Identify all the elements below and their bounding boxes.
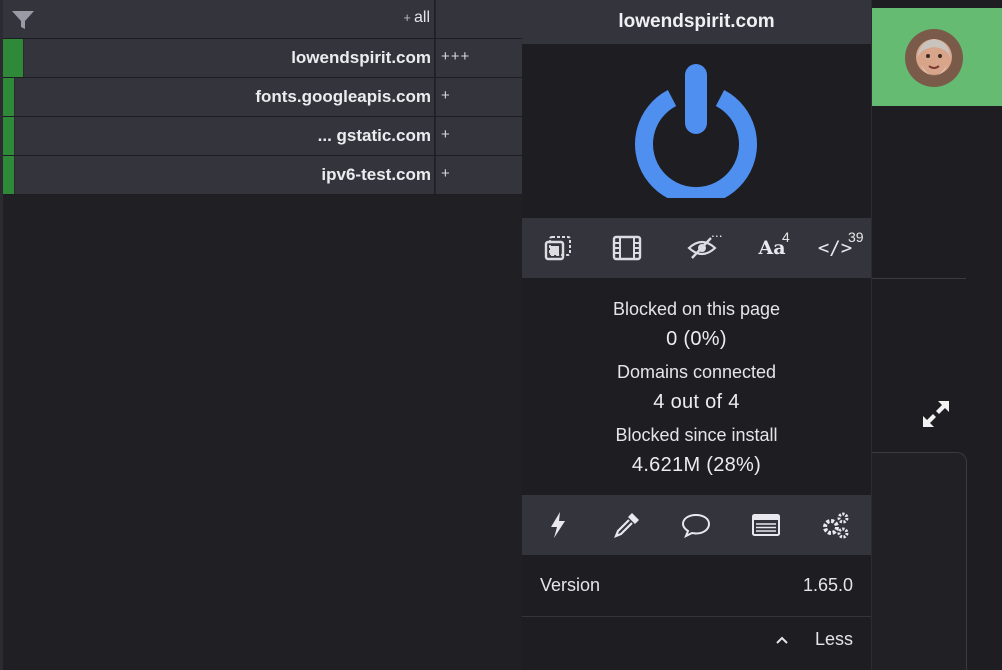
domain-label: fonts.googleapis.com xyxy=(255,87,431,106)
power-switch-icon[interactable] xyxy=(634,64,758,198)
request-count: +++ xyxy=(435,39,522,77)
media-film-icon[interactable] xyxy=(609,232,645,264)
version-label: Version xyxy=(540,575,601,595)
request-count: + xyxy=(435,156,522,194)
firewall-row-all[interactable]: + all xyxy=(3,0,522,39)
stats-section: Blocked on this page 0 (0%) Domains conn… xyxy=(522,296,871,485)
scripts-badge: 39 xyxy=(848,229,864,245)
domain-label: ipv6-test.com xyxy=(321,165,431,184)
firewall-all-cell[interactable]: + all xyxy=(3,0,434,38)
allowed-indicator xyxy=(3,117,14,155)
divider xyxy=(872,278,966,279)
allowed-indicator xyxy=(3,78,14,116)
settings-gears-icon[interactable] xyxy=(817,509,853,541)
lightning-icon[interactable] xyxy=(540,509,576,541)
speech-bubble-icon[interactable] xyxy=(678,509,714,541)
blocked-page-label: Blocked on this page xyxy=(612,299,781,319)
firewall-row[interactable]: ... gstatic.com + xyxy=(3,117,522,156)
firewall-row[interactable]: lowendspirit.com +++ xyxy=(3,39,522,78)
remote-fonts-icon[interactable]: Aa 4 xyxy=(749,229,795,264)
version-row: Version 1.65.0 xyxy=(522,555,871,617)
firewall-domain-cell[interactable]: ... gstatic.com xyxy=(3,117,434,155)
fonts-badge: 4 xyxy=(782,229,790,245)
blocked-install-label: Blocked since install xyxy=(615,425,778,445)
all-label: + all xyxy=(403,9,430,26)
less-button[interactable]: Less xyxy=(775,629,853,650)
firewall-domain-cell[interactable]: lowendspirit.com xyxy=(3,39,434,77)
chevron-up-icon xyxy=(776,636,788,644)
firewall-domain-cell[interactable]: fonts.googleapis.com xyxy=(3,78,434,116)
firewall-row[interactable]: ipv6-test.com + xyxy=(3,156,522,195)
allowed-indicator xyxy=(3,156,14,194)
filter-icon[interactable] xyxy=(11,9,35,31)
action-toolbar xyxy=(522,495,871,555)
blocked-install-value: 4.621M (28%) xyxy=(631,454,762,476)
blocked-page-value: 0 (0%) xyxy=(666,328,727,350)
request-count: + xyxy=(435,78,522,116)
cosmetic-badge: ... xyxy=(711,224,723,240)
version-value: 1.65.0 xyxy=(802,575,853,595)
popup-panel: lowendspirit.com ... Aa 4 </> 39 Blocked… xyxy=(522,0,872,670)
allowed-indicator xyxy=(3,39,23,77)
avatar[interactable] xyxy=(905,29,963,87)
cosmetic-filter-eye-icon[interactable]: ... xyxy=(680,224,724,264)
page-hostname: lowendspirit.com xyxy=(522,0,871,44)
domain-label: lowendspirit.com xyxy=(291,48,431,67)
content-card xyxy=(872,452,967,670)
firewall-pane: + all lowendspirit.com +++ fonts.googleap… xyxy=(0,0,522,670)
element-picker-icon[interactable] xyxy=(540,232,576,264)
request-count: + xyxy=(435,117,522,155)
per-site-switches: ... Aa 4 </> 39 xyxy=(522,218,871,278)
javascript-code-icon[interactable]: </> 39 xyxy=(817,229,867,264)
domains-connected-value: 4 out of 4 xyxy=(653,391,740,413)
domain-label: ... gstatic.com xyxy=(317,126,431,145)
firewall-row[interactable]: fonts.googleapis.com + xyxy=(3,78,522,117)
expand-icon[interactable] xyxy=(920,398,952,430)
firewall-all-count[interactable] xyxy=(435,0,522,38)
eyedropper-icon[interactable] xyxy=(609,509,645,541)
firewall-domain-cell[interactable]: ipv6-test.com xyxy=(3,156,434,194)
logger-list-icon[interactable] xyxy=(748,509,784,541)
domains-connected-label: Domains connected xyxy=(616,362,777,382)
less-label: Less xyxy=(814,629,853,649)
